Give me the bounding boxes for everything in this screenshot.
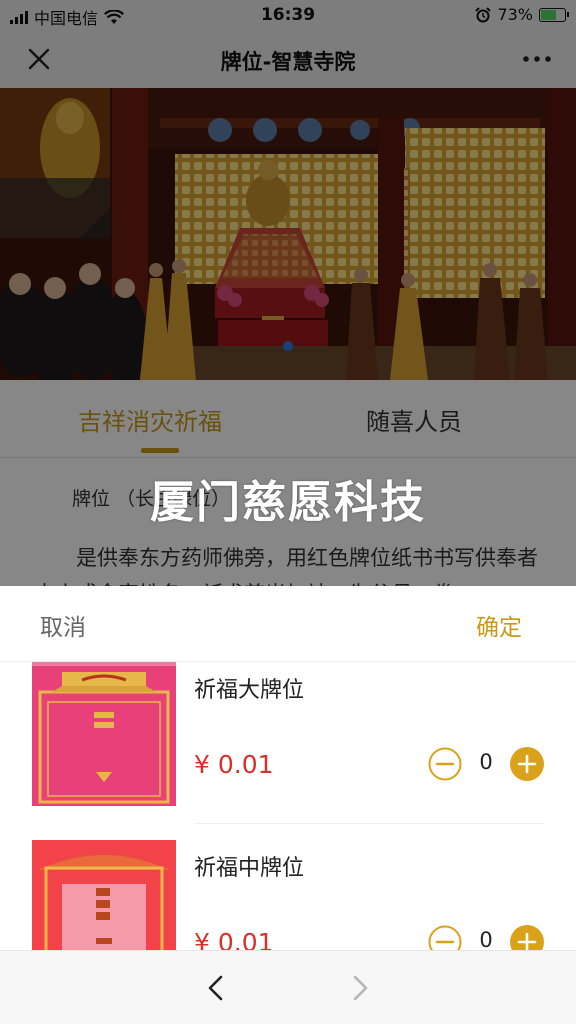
list-item: 祈福中牌位 ¥ 0.01 0 xyxy=(0,840,576,950)
large-tablet-thumbnail xyxy=(32,662,176,806)
confirm-button[interactable]: 确定 xyxy=(476,608,522,642)
item-name: 祈福大牌位 xyxy=(194,678,305,703)
item-price: ¥ 0.01 xyxy=(194,928,274,950)
watermark-text: 厦门慈愿科技 xyxy=(150,477,426,528)
item-price: ¥ 0.01 xyxy=(194,750,274,779)
bottom-toolbar xyxy=(0,950,576,1024)
plus-icon[interactable] xyxy=(510,925,544,950)
chevron-right-icon[interactable] xyxy=(344,973,374,1003)
sheet-header: 取消 确定 xyxy=(0,586,576,662)
minus-icon[interactable] xyxy=(428,925,462,950)
item-name: 祈福中牌位 xyxy=(194,856,305,881)
plus-icon[interactable] xyxy=(510,747,544,781)
quantity-value: 0 xyxy=(479,928,493,950)
item-divider xyxy=(194,823,544,824)
quantity-value: 0 xyxy=(479,750,493,774)
action-sheet: 取消 确定 祈福大牌位 ¥ 0.01 0 祈福中牌位 ¥ 0.01 0 xyxy=(0,586,576,950)
cancel-button[interactable]: 取消 xyxy=(40,608,86,642)
minus-icon[interactable] xyxy=(428,747,462,781)
list-item: 祈福大牌位 ¥ 0.01 0 xyxy=(0,662,576,826)
medium-tablet-thumbnail xyxy=(32,840,176,950)
chevron-left-icon[interactable] xyxy=(202,973,232,1003)
